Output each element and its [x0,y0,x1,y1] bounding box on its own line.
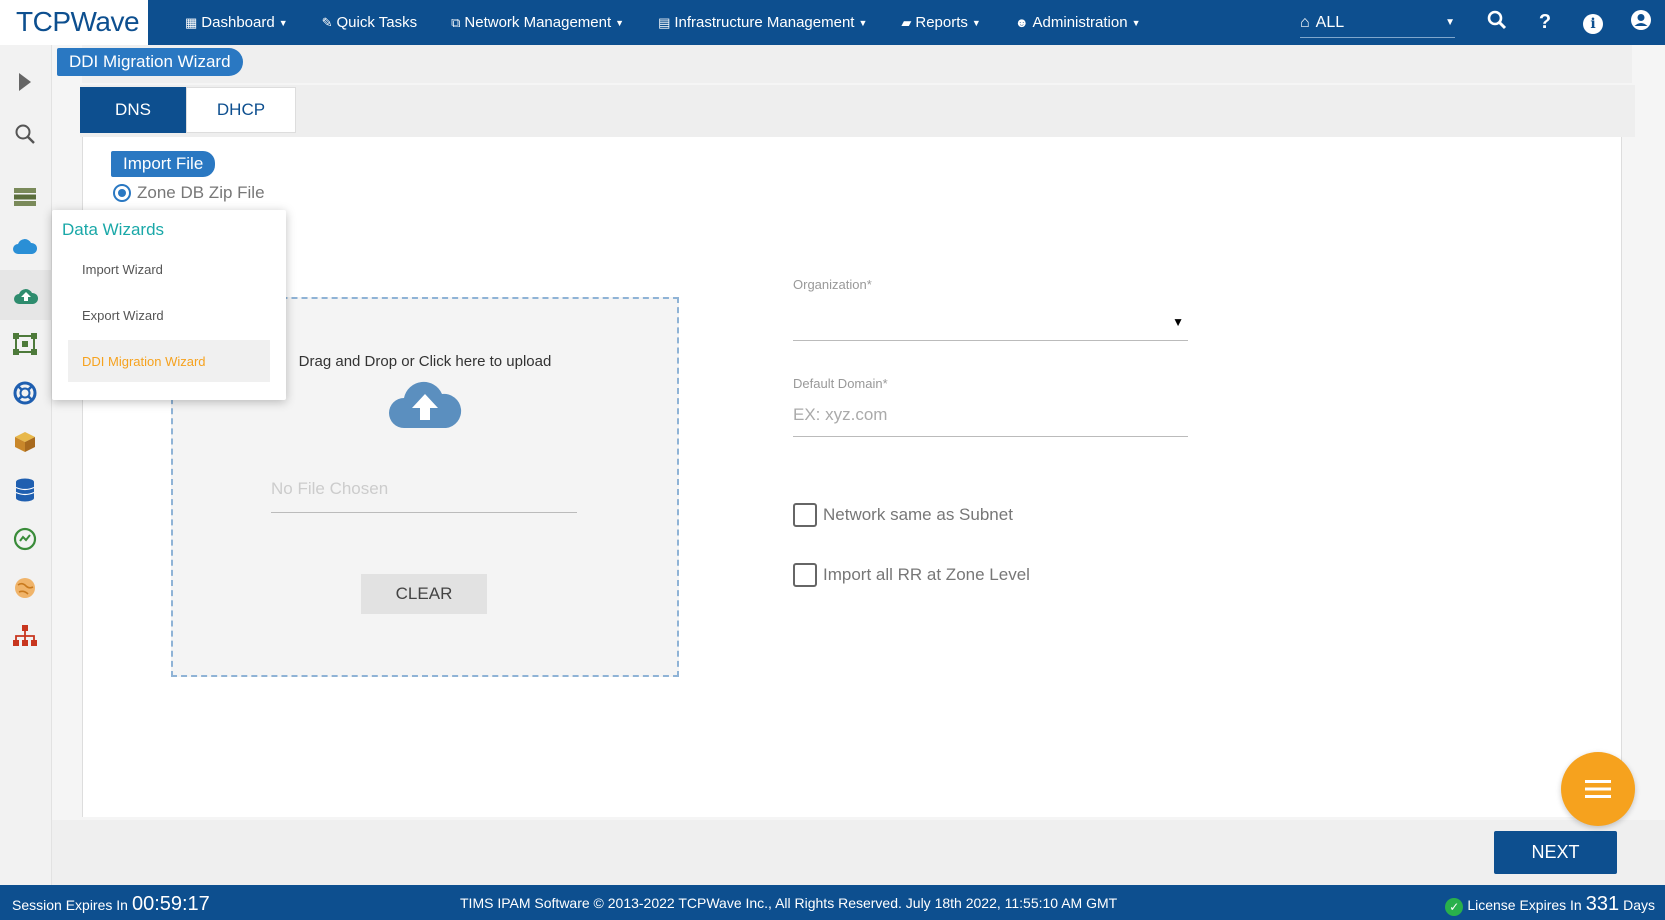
wand-icon: ✎ [321,14,333,30]
cloud-upload-icon [389,381,462,428]
user-icon[interactable] [1617,9,1665,37]
hamburger-icon [1585,780,1611,798]
main-panel: DNS DHCP Import File Zone DB Zip File Dr… [52,45,1665,885]
top-navbar: TCPWave ▦ Dashboard ▼ ✎ Quick Tasks ⧉ Ne… [0,0,1665,45]
default-domain-placeholder: EX: xyz.com [793,405,888,424]
caret-down-icon: ▼ [278,17,288,28]
box-icon[interactable] [10,427,40,457]
server-icon: ▤ [658,14,671,30]
cloud-upload-icon[interactable] [0,270,52,320]
top-icons: ? i [1473,0,1665,45]
breadcrumb: DDI Migration Wizard [57,48,243,76]
caret-down-icon: ▼ [1172,315,1184,329]
wizard-content: Import File Zone DB Zip File Drag and Dr… [82,137,1622,817]
cloud-icon[interactable] [10,231,40,261]
nav-infrastructure-management-label: Infrastructure Management [674,14,855,31]
bank-icon: ⌂ [1300,13,1310,31]
menu-item-export-wizard[interactable]: Export Wizard [68,294,270,336]
nav-dashboard[interactable]: ▦ Dashboard ▼ [185,14,288,31]
help-icon[interactable]: ? [1521,11,1569,34]
globe-icon[interactable] [10,573,40,603]
caret-down-icon: ▼ [1445,17,1455,28]
organization-label: Organization* [793,277,872,292]
nav-network-management[interactable]: ⧉ Network Management ▼ [451,14,624,31]
server-rack-icon[interactable] [10,182,40,212]
search-icon[interactable] [1473,10,1521,36]
license-unit: Days [1623,897,1655,913]
users-icon: ☻ [1014,15,1029,30]
session-time: 00:59:17 [131,893,210,915]
default-domain-input[interactable]: EX: xyz.com [793,399,1188,437]
caret-down-icon: ▼ [615,17,625,28]
logo-area[interactable]: TCPWave [0,0,148,45]
organization-select[interactable]: ▼ [793,303,1188,341]
check-circle-icon: ✓ [1445,897,1464,916]
zone-db-zip-label: Zone DB Zip File [137,183,265,202]
menu-fab-button[interactable] [1561,752,1635,826]
checkbox-unchecked-icon[interactable] [793,503,817,527]
info-icon[interactable]: i [1569,11,1617,34]
sitemap-icon: ⧉ [451,14,461,30]
nav-administration[interactable]: ☻ Administration ▼ [1015,14,1141,31]
network-same-as-subnet-label: Network same as Subnet [823,505,1013,524]
license-days: 331 [1585,893,1620,915]
import-rr-zone-level-checkbox[interactable]: Import all RR at Zone Level [793,563,1030,587]
menu-item-ddi-migration-wizard[interactable]: DDI Migration Wizard [68,340,270,382]
search-icon[interactable] [10,119,40,149]
nav-infrastructure-management[interactable]: ▤ Infrastructure Management ▼ [658,14,867,31]
menu-item-import-wizard[interactable]: Import Wizard [68,248,270,290]
tab-bar: DNS DHCP [80,85,1635,137]
import-file-label: Import File [111,151,216,177]
nav-administration-label: Administration [1032,14,1128,31]
radio-selected-icon[interactable] [113,184,131,202]
import-rr-zone-level-label: Import all RR at Zone Level [823,565,1030,584]
network-same-as-subnet-checkbox[interactable]: Network same as Subnet [793,503,1013,527]
next-button[interactable]: NEXT [1494,831,1617,874]
breadcrumb-row [82,45,1632,83]
main-nav: ▦ Dashboard ▼ ✎ Quick Tasks ⧉ Network Ma… [185,0,1174,45]
organization-select[interactable]: ⌂ ALL ▼ [1300,8,1455,38]
data-wizards-popup: Data Wizards Import Wizard Export Wizard… [52,210,286,400]
caret-down-icon: ▼ [971,17,981,28]
zone-db-zip-radio[interactable]: Zone DB Zip File [113,183,265,203]
license-label: License Expires In [1467,897,1582,913]
default-domain-label: Default Domain* [793,376,888,391]
caret-down-icon: ▼ [858,17,868,28]
hierarchy-icon[interactable] [10,621,40,651]
session-label: Session Expires In [12,897,128,913]
tab-dhcp[interactable]: DHCP [186,87,296,133]
popup-title: Data Wizards [62,220,165,239]
gauge-icon[interactable] [10,524,40,554]
wizard-footer [52,820,1665,885]
license-expiry: ✓ License Expires In 331 Days [1445,885,1655,920]
organization-select-value: ALL [1315,13,1345,31]
network-frame-icon[interactable] [10,329,40,359]
nav-reports[interactable]: ▰ Reports ▼ [901,14,980,31]
left-sidebar [0,45,52,885]
checkbox-unchecked-icon[interactable] [793,563,817,587]
clear-button[interactable]: CLEAR [361,574,487,614]
grid-icon: ▦ [185,14,198,30]
nav-quick-tasks-label: Quick Tasks [336,14,418,31]
lifebuoy-icon[interactable] [10,378,40,408]
database-icon[interactable] [10,475,40,505]
caret-down-icon: ▼ [1131,17,1141,28]
nav-quick-tasks[interactable]: ✎ Quick Tasks [322,14,418,31]
copyright-text: TIMS IPAM Software © 2013-2022 TCPWave I… [460,895,1118,911]
book-icon: ▰ [901,14,912,30]
session-expiry: Session Expires In 00:59:17 [12,885,210,920]
file-name-field[interactable]: No File Chosen [271,475,577,513]
nav-dashboard-label: Dashboard [201,14,275,31]
nav-reports-label: Reports [915,14,968,31]
tcpwave-logo: TCPWave [16,6,140,37]
expand-sidebar-icon[interactable] [10,67,40,97]
tab-dns[interactable]: DNS [80,87,186,133]
nav-network-management-label: Network Management [464,14,612,31]
status-bar: Session Expires In 00:59:17 TIMS IPAM So… [0,885,1665,920]
